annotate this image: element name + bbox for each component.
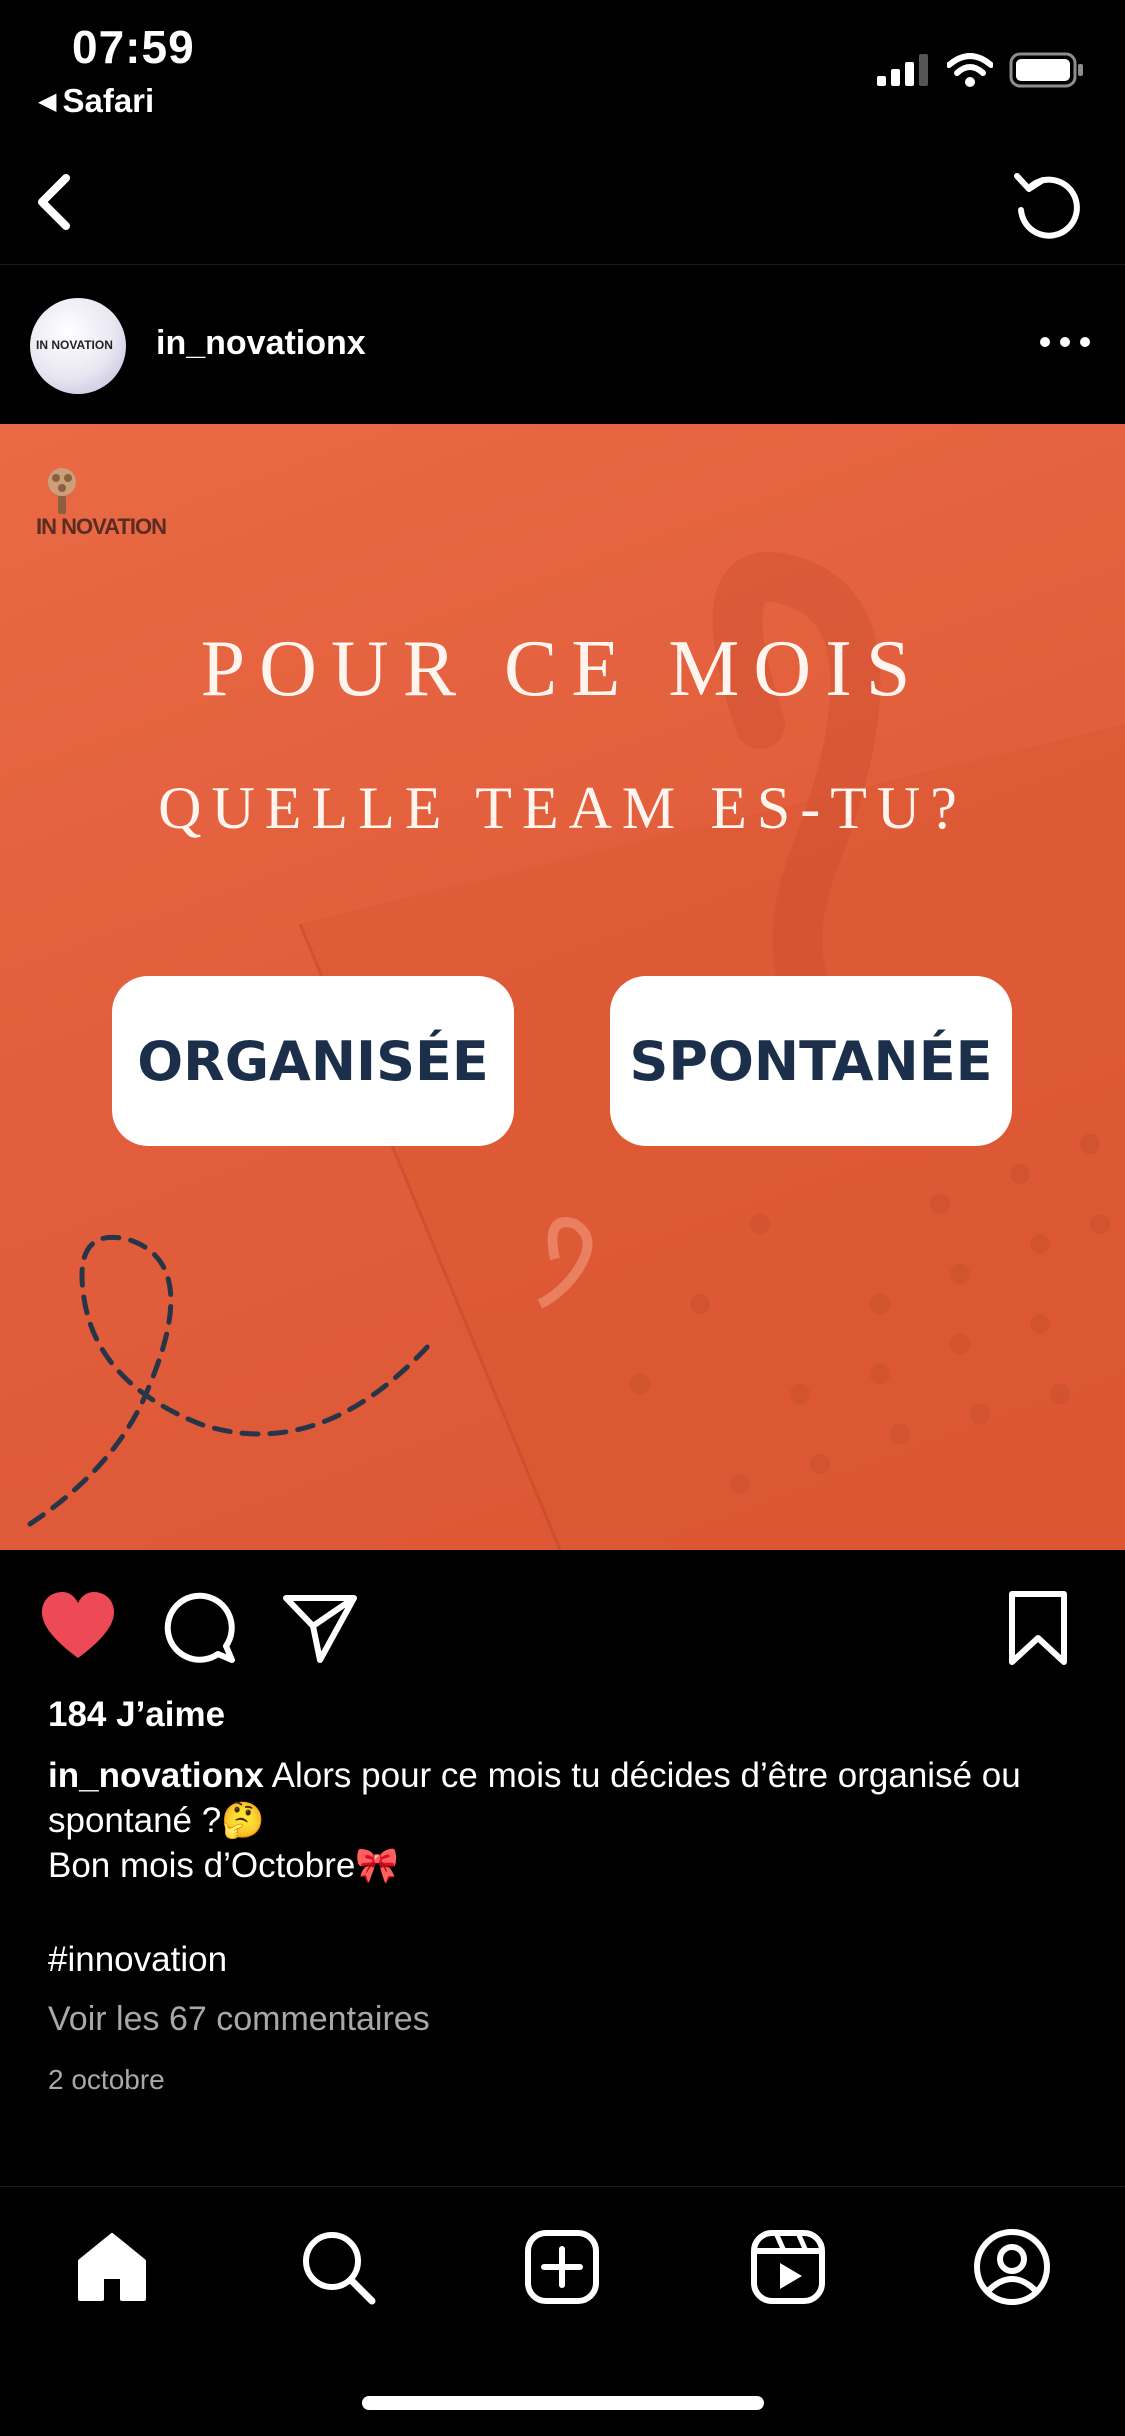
headline-line-2: QUELLE TEAM ES-TU? [158,775,967,841]
post-date: 2 octobre [48,2064,165,2095]
wifi-icon [947,53,993,87]
home-icon[interactable] [72,2227,152,2307]
heart-icon[interactable] [38,1588,118,1668]
headline-line-1: POUR CE MOIS [200,625,925,713]
status-time: 07:59 [72,21,195,73]
signal-icon [877,54,928,86]
refresh-icon[interactable] [1007,162,1087,242]
chevron-left-icon[interactable] [20,162,90,242]
avatar[interactable]: IN NOVATION [30,298,126,394]
bookmark-icon[interactable] [998,1588,1078,1668]
back-triangle-icon: ◀ [38,88,57,115]
battery-icon [1009,52,1083,88]
brand-logo-text: IN NOVATION [36,514,167,539]
new-post-icon[interactable] [522,2227,602,2307]
reels-icon[interactable] [748,2227,828,2307]
back-app-label: Safari [62,82,155,119]
nav-bar [0,140,1125,265]
comment-icon[interactable] [160,1588,240,1668]
avatar-logo-text: IN NOVATION [36,338,113,352]
status-icons [877,50,1085,90]
caption: in_novationx Alors pour ce mois tu décid… [48,1753,1068,1888]
post-username[interactable]: in_novationx [156,324,366,363]
option-organisee: ORGANISÉE [112,976,514,1146]
back-to-app-link[interactable]: ◀ Safari [38,82,154,120]
share-icon[interactable] [280,1588,360,1668]
post-image[interactable]: IN NOVATION POUR CE MOIS QUELLE TEAM ES-… [0,424,1125,1550]
option-spontanee: SPONTANÉE [610,976,1012,1146]
caption-line-2: Bon mois d’Octobre🎀 [48,1846,399,1885]
home-indicator[interactable] [362,2396,764,2410]
caption-username[interactable]: in_novationx [48,1756,264,1795]
post-actions [0,1550,1125,1700]
post-header: IN NOVATION in_novationx [0,266,1125,424]
profile-icon[interactable] [972,2227,1052,2307]
status-bar: 07:59 ◀ Safari [0,0,1125,130]
search-icon[interactable] [298,2227,378,2307]
more-options-icon[interactable] [1035,322,1095,362]
view-comments-link[interactable]: Voir les 67 commentaires [48,2000,430,2039]
likes-count[interactable]: 184 J’aime [48,1695,225,1735]
hashtag-link[interactable]: #innovation [48,1940,227,1980]
